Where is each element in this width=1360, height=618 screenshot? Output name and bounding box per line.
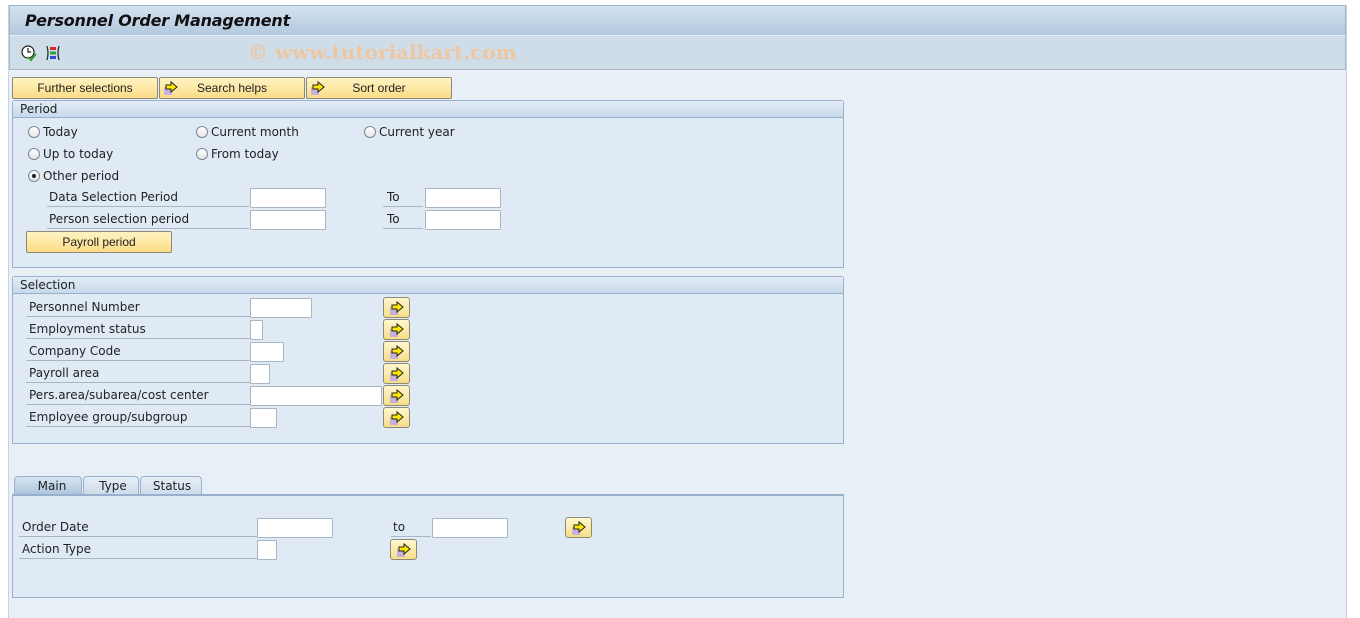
radio-current-year-label: Current year <box>379 125 455 139</box>
arrow-right-icon <box>311 80 325 95</box>
radio-from-today-label: From today <box>211 147 279 161</box>
data-selection-period-label: Data Selection Period <box>47 187 249 207</box>
order-date-multiple-selection-button[interactable] <box>565 517 592 538</box>
tab-type-label: Type <box>99 479 127 493</box>
radio-from-today[interactable] <box>196 148 208 160</box>
data-selection-period-to-label: To <box>383 187 423 207</box>
radio-current-year[interactable] <box>364 126 376 138</box>
payroll-period-button[interactable]: Payroll period <box>26 231 172 253</box>
tab-main-label: Main <box>37 479 67 493</box>
search-helps-button[interactable]: Search helps <box>159 77 305 99</box>
payroll-period-label: Payroll period <box>62 235 136 249</box>
personnel-number-input[interactable] <box>250 298 312 318</box>
tab-type[interactable]: Type <box>83 476 139 495</box>
data-selection-period-to-input[interactable] <box>425 188 501 208</box>
radio-today[interactable] <box>28 126 40 138</box>
arrow-right-icon <box>397 542 411 557</box>
radio-other-period[interactable] <box>28 170 40 182</box>
radio-current-month-label: Current month <box>211 125 299 139</box>
company-code-input[interactable] <box>250 342 284 362</box>
tab-main[interactable]: Main <box>14 476 82 496</box>
person-selection-period-to-label: To <box>383 209 423 229</box>
payroll-area-multiple-selection-button[interactable] <box>383 363 410 384</box>
data-selection-period-from-input[interactable] <box>250 188 326 208</box>
further-selections-button[interactable]: Further selections <box>12 77 158 99</box>
get-variant-icon[interactable] <box>44 44 62 62</box>
pers-area-subarea-cost-center-input[interactable] <box>250 386 382 406</box>
person-selection-period-label: Person selection period <box>47 209 249 229</box>
person-selection-period-from-input[interactable] <box>250 210 326 230</box>
pers-area-subarea-cost-center-label: Pers.area/subarea/cost center <box>26 385 250 405</box>
radio-other-period-label: Other period <box>43 169 120 183</box>
order-date-label: Order Date <box>19 517 257 537</box>
personnel-number-label: Personnel Number <box>26 297 250 317</box>
payroll-area-input[interactable] <box>250 364 270 384</box>
radio-up-to-today-label: Up to today <box>43 147 114 161</box>
order-date-from-input[interactable] <box>257 518 333 538</box>
period-group-title: Period <box>13 101 843 118</box>
tab-status-label: Status <box>152 479 192 493</box>
radio-today-label: Today <box>43 125 78 139</box>
personnel-number-multiple-selection-button[interactable] <box>383 297 410 318</box>
arrow-right-icon <box>390 344 404 359</box>
sort-order-button[interactable]: Sort order <box>306 77 452 99</box>
employment-status-multiple-selection-button[interactable] <box>383 319 410 340</box>
sort-order-label: Sort order <box>352 81 406 95</box>
action-type-input[interactable] <box>257 540 277 560</box>
radio-up-to-today[interactable] <box>28 148 40 160</box>
payroll-area-label: Payroll area <box>26 363 250 383</box>
employment-status-label: Employment status <box>26 319 250 339</box>
page-title: Personnel Order Management <box>25 11 291 30</box>
person-selection-period-to-input[interactable] <box>425 210 501 230</box>
arrow-right-icon <box>572 520 586 535</box>
company-code-multiple-selection-button[interactable] <box>383 341 410 362</box>
application-toolbar: © www.tutorialkart.com <box>9 36 1346 70</box>
employee-group-subgroup-label: Employee group/subgroup <box>26 407 250 427</box>
arrow-right-icon <box>390 388 404 403</box>
search-helps-label: Search helps <box>196 81 268 95</box>
order-date-to-label: to <box>391 517 431 537</box>
radio-current-month[interactable] <box>196 126 208 138</box>
action-type-multiple-selection-button[interactable] <box>390 539 417 560</box>
employee-group-multiple-selection-button[interactable] <box>383 407 410 428</box>
arrow-right-icon <box>390 410 404 425</box>
action-type-label: Action Type <box>19 539 257 559</box>
sap-window: Personnel Order Management © www.tutoria… <box>8 5 1347 618</box>
title-bar: Personnel Order Management <box>9 5 1346 36</box>
watermark-text: © www.tutorialkart.com <box>248 40 517 64</box>
arrow-right-icon <box>390 322 404 337</box>
company-code-label: Company Code <box>26 341 250 361</box>
order-date-to-input[interactable] <box>432 518 508 538</box>
execute-clock-check-icon[interactable] <box>20 44 38 62</box>
arrow-right-icon <box>390 300 404 315</box>
employee-group-subgroup-input[interactable] <box>250 408 277 428</box>
selection-group-title: Selection <box>13 277 843 294</box>
employment-status-input[interactable] <box>250 320 263 340</box>
further-selections-label: Further selections <box>37 81 133 95</box>
arrow-right-icon <box>390 366 404 381</box>
pers-area-multiple-selection-button[interactable] <box>383 385 410 406</box>
tab-status[interactable]: Status <box>140 476 202 495</box>
arrow-right-icon <box>164 80 178 95</box>
